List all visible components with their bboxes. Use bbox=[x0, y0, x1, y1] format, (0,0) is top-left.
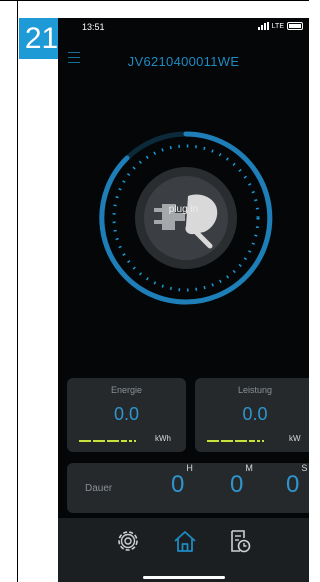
duration-minutes-value: 0 bbox=[230, 471, 244, 498]
charging-status-ring bbox=[99, 131, 273, 305]
status-indicators: LTE bbox=[257, 22, 303, 30]
status-bar: 13:51 LTE bbox=[58, 18, 309, 38]
energy-indicator-bar bbox=[79, 440, 136, 442]
power-value: 0.0 bbox=[242, 404, 268, 424]
duration-hours-unit: H bbox=[186, 463, 193, 473]
frame-border-top bbox=[0, 0, 309, 1]
settings-icon[interactable] bbox=[113, 526, 143, 556]
status-time: 13:51 bbox=[82, 22, 105, 32]
bottom-navigation bbox=[58, 518, 309, 582]
energy-unit: kWh bbox=[155, 434, 171, 443]
signal-icon bbox=[257, 22, 269, 30]
phone-screen: 13:51 LTE JV6210400011WE plug in Energie… bbox=[58, 18, 309, 582]
power-unit: kW bbox=[289, 434, 301, 443]
power-card: Leistung 0.0 kW bbox=[195, 378, 309, 452]
duration-label: Dauer bbox=[85, 483, 113, 494]
history-icon[interactable] bbox=[224, 526, 254, 556]
duration-seconds: 0S bbox=[286, 463, 307, 499]
energy-card: Energie 0.0 kWh bbox=[67, 378, 186, 452]
home-indicator[interactable] bbox=[143, 576, 225, 579]
duration-minutes: 0M bbox=[230, 463, 253, 499]
power-label: Leistung bbox=[237, 385, 273, 395]
duration-seconds-value: 0 bbox=[286, 471, 300, 498]
home-icon[interactable] bbox=[170, 526, 200, 556]
frame-border-left bbox=[17, 0, 18, 582]
duration-seconds-unit: S bbox=[301, 463, 308, 473]
energy-label: Energie bbox=[110, 385, 143, 395]
duration-minutes-unit: M bbox=[245, 463, 253, 473]
duration-hours-value: 0 bbox=[171, 471, 185, 498]
power-indicator-bar bbox=[207, 440, 264, 442]
duration-hours: 0H bbox=[171, 463, 193, 499]
battery-icon bbox=[287, 22, 303, 30]
network-type: LTE bbox=[271, 22, 284, 30]
charger-id-title: JV6210400011WE bbox=[127, 54, 240, 69]
duration-card: Dauer 0H 0M 0S bbox=[67, 463, 309, 513]
charger-status-text: plug in bbox=[168, 204, 199, 215]
energy-value: 0.0 bbox=[113, 404, 140, 424]
